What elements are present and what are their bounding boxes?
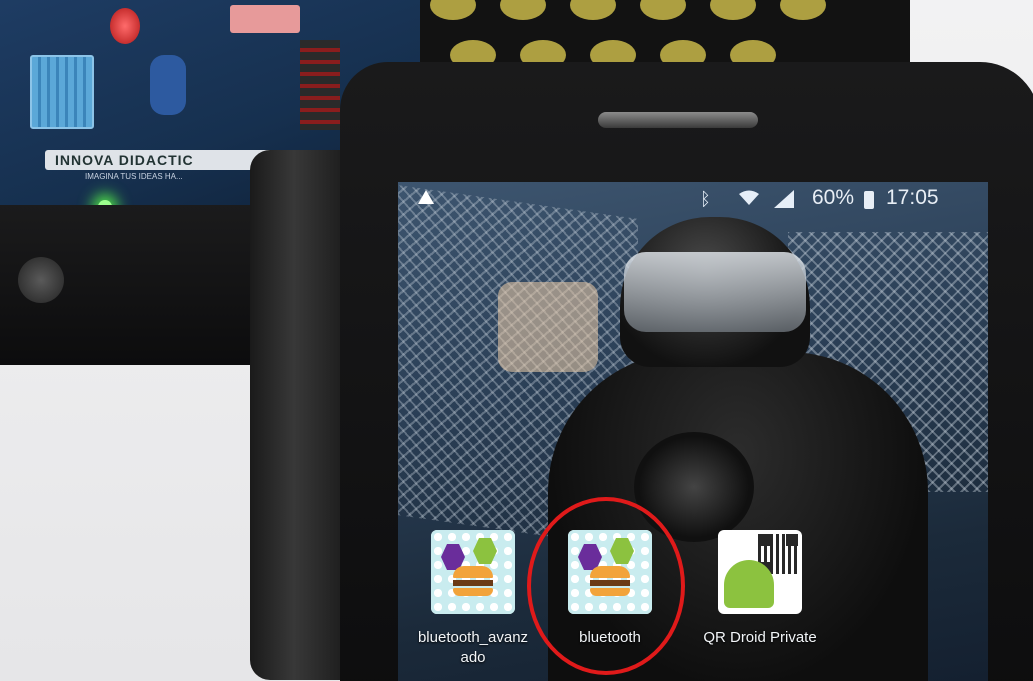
signal-icon <box>774 190 794 208</box>
red-led <box>110 8 140 44</box>
photo-scene: INNOVA DIDACTIC IMAGINA TUS IDEAS HA... … <box>0 0 1033 681</box>
status-bar: ᛒ 60% 17:05 <box>398 182 988 216</box>
app-bluetooth-avanzado[interactable]: bluetooth_avanz ado <box>408 530 538 668</box>
app-label[interactable]: bluetooth_avanz ado <box>408 628 538 668</box>
app-label[interactable]: QR Droid Private <box>690 628 830 648</box>
board-tagline: IMAGINA TUS IDEAS HA... <box>85 172 183 181</box>
phone-speaker <box>598 112 758 128</box>
warning-icon <box>418 190 434 204</box>
wallpaper-shape <box>498 282 598 372</box>
wifi-icon <box>739 190 759 205</box>
battery-percentage: 60% <box>812 186 855 209</box>
app-qr-droid-private[interactable]: QR Droid Private <box>690 530 830 648</box>
app-inventor-icon[interactable] <box>431 530 515 614</box>
battery-icon <box>864 191 874 209</box>
humidity-sensor <box>30 55 94 129</box>
wallpaper-visor <box>624 252 806 332</box>
highlight-circle-annotation <box>527 497 685 675</box>
enclosure-hole <box>18 257 64 303</box>
board-brand-label: INNOVA DIDACTIC <box>45 150 285 170</box>
potentiometer <box>150 55 186 115</box>
bluetooth-icon: ᛒ <box>700 189 711 209</box>
qr-droid-icon[interactable] <box>718 530 802 614</box>
chip-array <box>300 40 340 130</box>
clock: 17:05 <box>886 186 939 209</box>
board-connector <box>230 5 300 33</box>
